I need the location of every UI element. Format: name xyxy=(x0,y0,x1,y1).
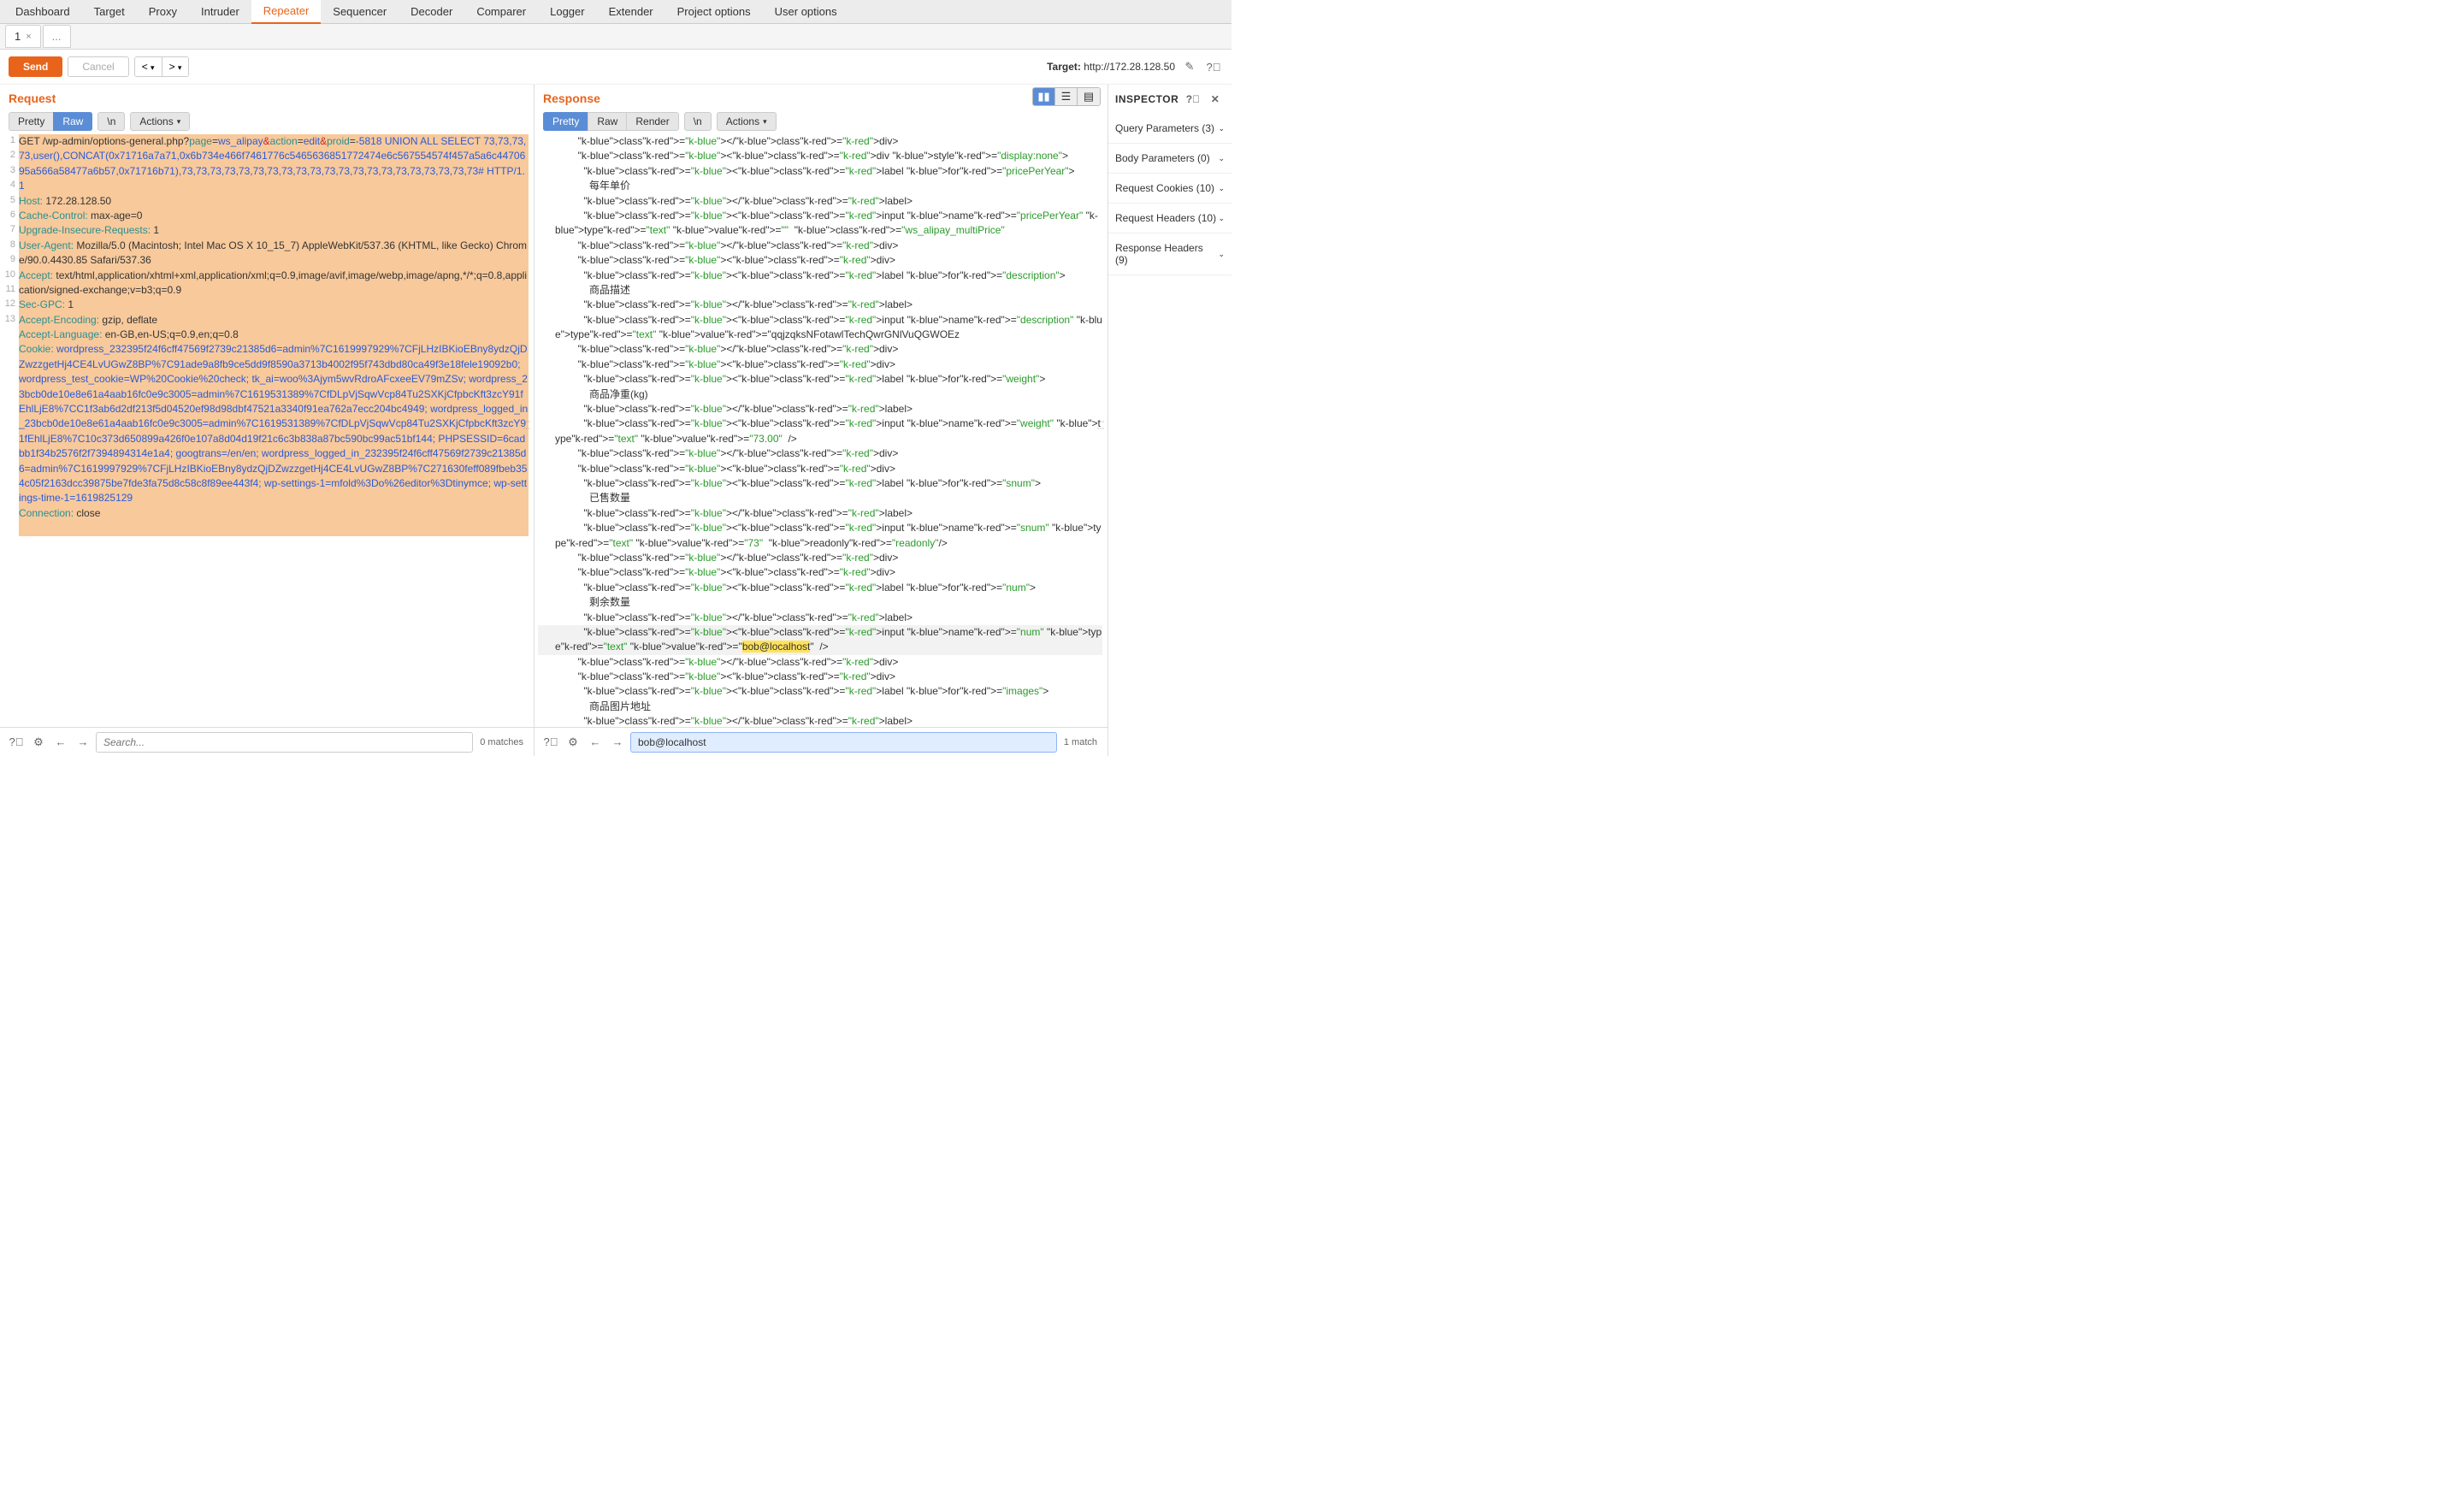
request-view-tabs: PrettyRaw xyxy=(9,112,92,131)
tab-target[interactable]: Target xyxy=(82,0,137,23)
response-tab-pretty[interactable]: Pretty xyxy=(543,112,588,131)
inspector-row-body-parameters[interactable]: Body Parameters (0)⌄ xyxy=(1108,144,1232,174)
inspector-row-query-parameters[interactable]: Query Parameters (3)⌄ xyxy=(1108,114,1232,144)
request-tab-raw[interactable]: Raw xyxy=(53,112,92,131)
tab-comparer[interactable]: Comparer xyxy=(464,0,538,23)
search-next-icon[interactable]: → xyxy=(74,733,92,752)
response-editor[interactable]: "k-blue">class"k-red">="k-blue"></"k-blu… xyxy=(535,134,1107,727)
inspector-title: INSPECTOR xyxy=(1115,93,1178,105)
response-title: Response xyxy=(535,85,609,109)
layout-combined-icon[interactable]: ▤ xyxy=(1078,88,1100,105)
response-tab-raw[interactable]: Raw xyxy=(588,112,626,131)
tab-extender[interactable]: Extender xyxy=(597,0,665,23)
close-icon[interactable]: × xyxy=(26,32,31,42)
response-view-tabs: PrettyRawRender xyxy=(543,112,679,131)
repeater-subtabs: 1 × ... xyxy=(0,24,1232,50)
search-prev-icon[interactable]: ← xyxy=(51,733,70,752)
tab-intruder[interactable]: Intruder xyxy=(189,0,251,23)
tab-logger[interactable]: Logger xyxy=(538,0,596,23)
edit-target-icon[interactable]: ✎ xyxy=(1180,57,1199,76)
request-pane: Request PrettyRaw \n Actions▾ 1234567891… xyxy=(0,85,535,756)
request-title: Request xyxy=(0,85,534,109)
inspector-row-response-headers[interactable]: Response Headers (9)⌄ xyxy=(1108,233,1232,275)
toolbar: Send Cancel < ▾ > ▾ Target: http://172.2… xyxy=(0,50,1232,85)
send-button[interactable]: Send xyxy=(9,56,62,77)
response-pane: Response ▮▮ ☰ ▤ PrettyRawRender \n Actio… xyxy=(535,85,1107,756)
response-search-input[interactable] xyxy=(630,732,1057,753)
request-newline-toggle[interactable]: \n xyxy=(97,112,125,131)
inspector-row-request-cookies[interactable]: Request Cookies (10)⌄ xyxy=(1108,174,1232,204)
back-button[interactable]: < ▾ xyxy=(135,57,162,76)
inspector-row-request-headers[interactable]: Request Headers (10)⌄ xyxy=(1108,204,1232,233)
resize-handle[interactable] xyxy=(1097,421,1106,434)
layout-rows-icon[interactable]: ☰ xyxy=(1055,88,1078,105)
chevron-down-icon: ⌄ xyxy=(1218,124,1225,133)
chevron-down-icon: ⌄ xyxy=(1218,184,1225,193)
subtab-add[interactable]: ... xyxy=(43,25,71,48)
response-tab-render[interactable]: Render xyxy=(626,112,678,131)
response-newline-toggle[interactable]: \n xyxy=(684,112,712,131)
tab-repeater[interactable]: Repeater xyxy=(251,0,321,24)
search-prev-icon[interactable]: ← xyxy=(586,733,605,752)
help-icon[interactable]: ?⃝ xyxy=(541,733,560,752)
request-match-count: 0 matches xyxy=(476,737,527,747)
tab-dashboard[interactable]: Dashboard xyxy=(3,0,82,23)
response-match-count: 1 match xyxy=(1060,737,1101,747)
tab-project-options[interactable]: Project options xyxy=(665,0,763,23)
target-label: Target: http://172.28.128.50 xyxy=(1047,61,1175,73)
layout-switcher: ▮▮ ☰ ▤ xyxy=(1032,87,1101,106)
chevron-down-icon: ⌄ xyxy=(1218,154,1225,163)
layout-columns-icon[interactable]: ▮▮ xyxy=(1033,88,1055,105)
chevron-down-icon: ⌄ xyxy=(1218,214,1225,223)
search-next-icon[interactable]: → xyxy=(608,733,627,752)
response-actions-dropdown[interactable]: Actions▾ xyxy=(717,112,777,131)
help-icon[interactable]: ?⃝ xyxy=(1184,90,1202,109)
tab-decoder[interactable]: Decoder xyxy=(399,0,464,23)
cancel-button[interactable]: Cancel xyxy=(68,56,128,77)
tab-user-options[interactable]: User options xyxy=(763,0,849,23)
inspector-panel: INSPECTOR ?⃝ ✕ Query Parameters (3)⌄Body… xyxy=(1107,85,1232,756)
close-icon[interactable]: ✕ xyxy=(1206,90,1225,109)
request-search-input[interactable] xyxy=(96,732,473,753)
request-editor[interactable]: 12345678910111213 GET /wp-admin/options-… xyxy=(0,134,534,727)
subtab-1[interactable]: 1 × xyxy=(5,25,41,48)
tab-proxy[interactable]: Proxy xyxy=(137,0,189,23)
chevron-down-icon: ⌄ xyxy=(1218,250,1225,259)
gear-icon[interactable]: ⚙ xyxy=(29,733,48,752)
history-nav: < ▾ > ▾ xyxy=(134,56,190,77)
subtab-label: 1 xyxy=(15,30,21,43)
resize-handle[interactable] xyxy=(523,421,532,434)
help-icon[interactable]: ?⃝ xyxy=(7,733,26,752)
main-tabs: DashboardTargetProxyIntruderRepeaterSequ… xyxy=(0,0,1232,24)
forward-button[interactable]: > ▾ xyxy=(162,57,189,76)
gear-icon[interactable]: ⚙ xyxy=(564,733,582,752)
request-tab-pretty[interactable]: Pretty xyxy=(9,112,53,131)
request-actions-dropdown[interactable]: Actions▾ xyxy=(130,112,190,131)
tab-sequencer[interactable]: Sequencer xyxy=(321,0,399,23)
help-icon[interactable]: ?⃝ xyxy=(1204,57,1223,76)
